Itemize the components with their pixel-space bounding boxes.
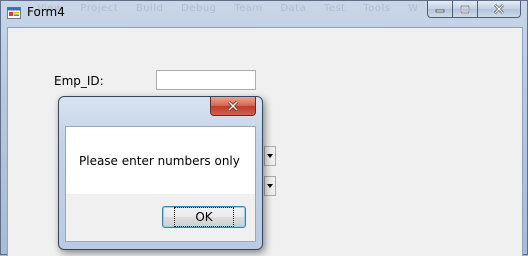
dialog-message-text: Please enter numbers only: [79, 154, 240, 168]
combo-dropdown-button[interactable]: [264, 146, 276, 166]
ghost-menu-item: Project: [80, 3, 119, 14]
maximize-button[interactable]: [452, 1, 478, 18]
ghost-menu-item: Test: [323, 3, 346, 14]
emp-id-label: Emp_ID:: [54, 74, 104, 88]
ghost-menu-item: Tools: [363, 3, 391, 14]
ok-button[interactable]: OK: [162, 206, 246, 228]
dialog-message-area: Please enter numbers only: [65, 126, 256, 194]
window-title: Form4: [27, 5, 65, 19]
combo-dropdown-button[interactable]: [264, 176, 276, 196]
chevron-down-icon: [267, 154, 273, 158]
ghost-menu-item: Debug: [181, 3, 217, 14]
minimize-button[interactable]: [427, 1, 453, 18]
caption-buttons: [427, 1, 521, 19]
ok-button-label: OK: [174, 207, 234, 227]
close-button[interactable]: [477, 1, 521, 18]
close-icon: [494, 4, 504, 14]
close-icon: [228, 101, 238, 111]
dialog-close-button[interactable]: [210, 97, 256, 116]
form-app-icon: [7, 7, 21, 19]
ghost-menu-item: Team: [234, 3, 263, 14]
title-bar[interactable]: View Project Build Debug Team Data Test …: [1, 1, 527, 25]
ghost-menu-item: Build: [135, 3, 164, 14]
dialog-button-area: OK: [65, 194, 256, 242]
chevron-down-icon: [267, 184, 273, 188]
ghost-menu-item: Window: [408, 3, 417, 14]
emp-id-input[interactable]: [156, 70, 256, 90]
message-box-dialog: Please enter numbers only OK: [58, 96, 263, 250]
background-ide-menu: View Project Build Debug Team Data Test …: [37, 3, 417, 21]
maximize-icon: [460, 4, 470, 14]
minimize-icon: [435, 9, 445, 13]
ghost-menu-item: Data: [280, 3, 307, 14]
